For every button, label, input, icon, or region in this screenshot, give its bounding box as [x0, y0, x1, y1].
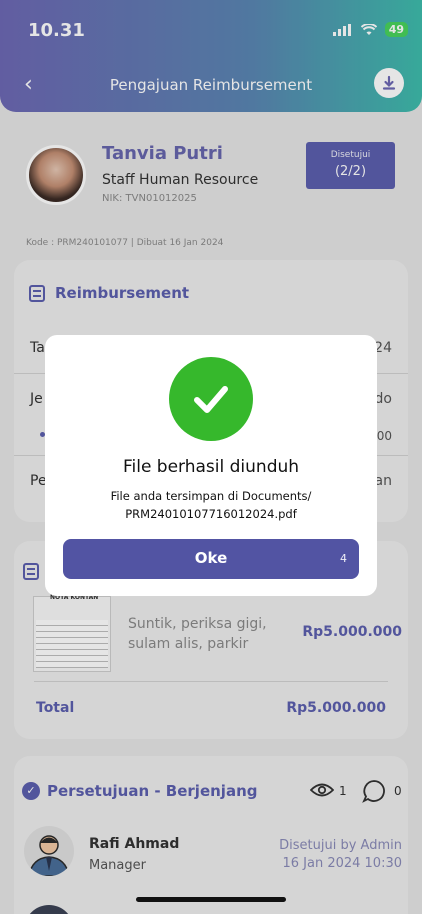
ok-button[interactable]: Oke 4 — [63, 539, 359, 579]
dialog-title: File berhasil diunduh — [122, 457, 300, 477]
download-success-dialog: File berhasil diunduh File anda tersimpa… — [45, 335, 377, 596]
checkmark-icon — [194, 386, 228, 413]
dialog-message-line1: File anda tersimpan di Documents/ — [110, 489, 312, 503]
dialog-message-line2: PRM24010107716012024.pdf — [125, 507, 297, 521]
home-indicator[interactable] — [136, 897, 286, 902]
success-check-icon — [169, 357, 253, 441]
ok-countdown: 4 — [340, 552, 347, 565]
ok-button-label: Oke — [194, 549, 228, 567]
dialog-message: File anda tersimpan di Documents/ PRM240… — [45, 487, 377, 523]
